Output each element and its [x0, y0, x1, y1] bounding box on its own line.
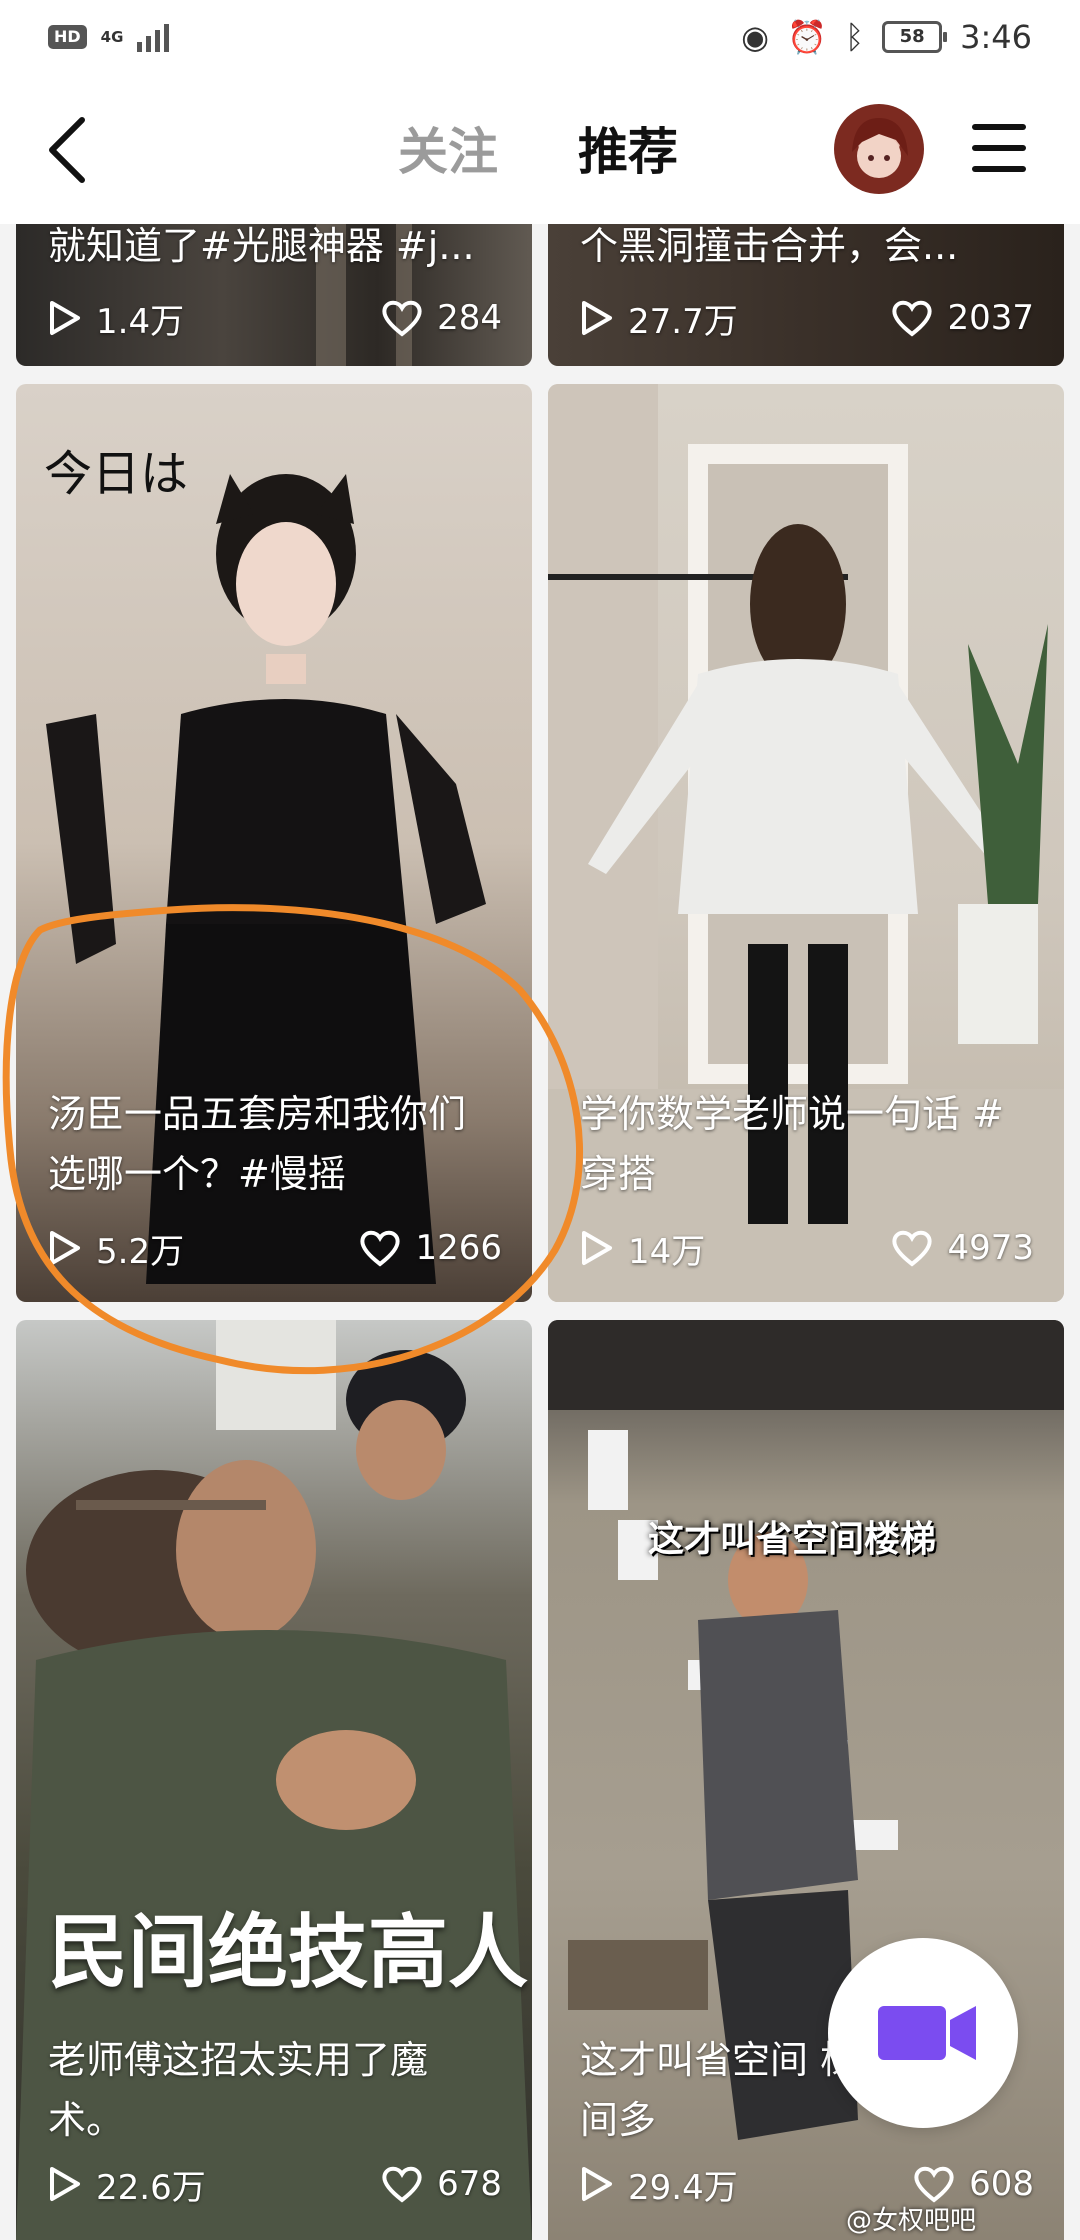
view-count: 27.7万: [628, 301, 738, 342]
battery-level: 58: [899, 26, 925, 47]
hd-badge: HD: [48, 25, 87, 49]
like-count: 284: [437, 298, 502, 338]
view-count: 5.2万: [96, 1231, 185, 1272]
like-count: 4973: [947, 1228, 1034, 1268]
play-icon: [582, 301, 612, 335]
battery-icon: 58: [882, 21, 948, 53]
view-count: 1.4万: [96, 301, 185, 342]
bluetooth-icon: ᛒ: [844, 18, 865, 56]
like-count: 2037: [947, 298, 1034, 338]
status-bar: HD 4G ◉ ⏰ ᛒ 58 3:46: [0, 0, 1080, 80]
play-icon: [582, 1231, 612, 1265]
top-nav-bar: 关注 推荐: [0, 80, 1080, 224]
watermark: @女权吧吧: [846, 2206, 977, 2236]
like-count: 608: [969, 2164, 1034, 2204]
heart-icon[interactable]: [359, 1229, 401, 1267]
back-button[interactable]: [36, 114, 108, 186]
network-type: 4G: [100, 28, 124, 46]
play-icon: [50, 1231, 80, 1265]
card-title: 老师傅这招太实用了魔术。: [48, 2038, 429, 2142]
tab-recommend[interactable]: 推荐: [578, 120, 678, 184]
play-icon: [582, 2167, 612, 2201]
card-title: 学你数学老师说一句话 #穿搭: [580, 1092, 1004, 1196]
record-video-button[interactable]: [828, 1938, 1018, 2128]
like-count: 678: [437, 2164, 502, 2204]
menu-icon[interactable]: [972, 124, 1026, 172]
video-card[interactable]: 学你数学老师说一句话 #穿搭 14万 4973: [548, 384, 1064, 1302]
back-arrow-icon: [49, 117, 85, 183]
overlay-text: 这才叫省空间楼梯: [648, 1519, 937, 1560]
overlay-text: 今日は: [44, 446, 189, 502]
card-title: 个黑洞撞击合并，会...: [580, 224, 959, 268]
heart-icon[interactable]: [381, 2165, 423, 2203]
video-card[interactable]: 个黑洞撞击合并，会... 27.7万 2037: [548, 224, 1064, 366]
view-count: 14万: [628, 1231, 706, 1272]
card-title: 汤臣一品五套房和我你们选哪一个？#慢摇: [48, 1092, 467, 1196]
overlay-text: 民间绝技高人: [48, 1906, 528, 1999]
alarm-icon: ⏰: [787, 18, 827, 56]
play-icon: [50, 2167, 80, 2201]
like-count: 1266: [415, 1228, 502, 1268]
heart-icon[interactable]: [891, 299, 933, 337]
tab-follow[interactable]: 关注: [398, 120, 498, 184]
video-card[interactable]: 就知道了#光腿神器 #j... 1.4万 284: [16, 224, 532, 366]
heart-icon[interactable]: [913, 2165, 955, 2203]
video-card[interactable]: 民间绝技高人 老师傅这招太实用了魔术。 22.6万 678: [16, 1320, 532, 2240]
heart-icon[interactable]: [381, 299, 423, 337]
eye-comfort-icon: ◉: [741, 18, 770, 56]
clock: 3:46: [960, 18, 1032, 56]
card-title: 就知道了#光腿神器 #j...: [48, 224, 475, 268]
play-icon: [50, 301, 80, 335]
video-card[interactable]: 今日は 汤臣一品五套房和我你们选哪一个？#慢摇 5.2万 1266: [16, 384, 532, 1302]
view-count: 29.4万: [628, 2167, 738, 2208]
signal-icon: [137, 22, 170, 52]
video-camera-icon: [878, 2006, 976, 2060]
heart-icon[interactable]: [891, 1229, 933, 1267]
avatar[interactable]: [834, 104, 924, 194]
view-count: 22.6万: [96, 2167, 206, 2208]
